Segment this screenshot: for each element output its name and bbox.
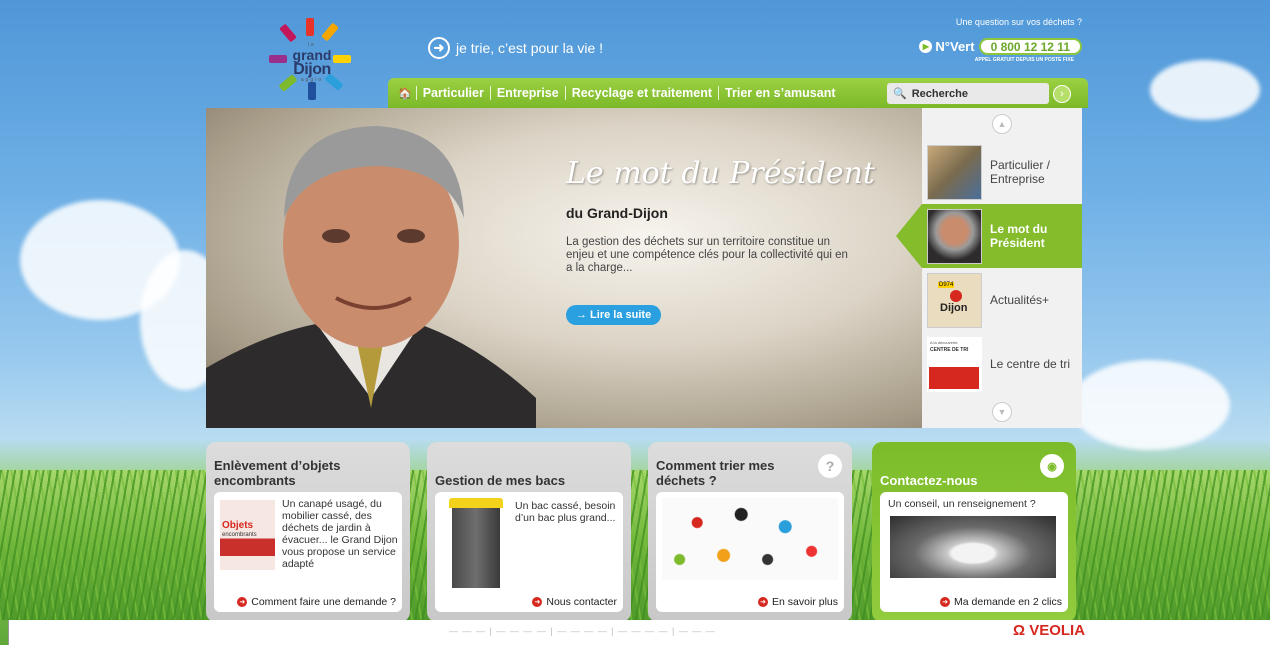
waste-items-image xyxy=(662,498,838,580)
map-thumbnail: D974 Dijon xyxy=(927,272,982,328)
header: le grand Dijon agglo ➜ je trie, c’est po… xyxy=(198,10,1088,108)
sky-cloud xyxy=(1070,360,1230,450)
numero-vert-note: APPEL GRATUIT DEPUIS UN POSTE FIXE xyxy=(974,57,1074,63)
sidebar-item-actualites[interactable]: D974 Dijon Actualités+ xyxy=(922,268,1082,332)
slogan-text: je trie, c’est pour la vie ! xyxy=(456,40,604,56)
sky-cloud xyxy=(1150,60,1260,120)
numero-vert-label: ▶ N°Vert xyxy=(919,39,975,54)
search-icon: 🔍 xyxy=(893,88,907,100)
box-bacs: Gestion de mes bacs Un bac cassé, besoin… xyxy=(427,442,631,622)
particulier-thumbnail xyxy=(927,144,982,200)
veolia-logo[interactable]: Ω VEOLIA xyxy=(1013,622,1085,639)
numero-vert[interactable]: ▶ N°Vert 0 800 12 12 11 xyxy=(919,38,1082,55)
carousel-up-button[interactable]: ▲ xyxy=(922,108,1082,140)
hero-text: La gestion des déchets sur un territoire… xyxy=(566,236,848,274)
hero-subtitle: du Grand-Dijon xyxy=(566,205,668,221)
rss-icon[interactable]: ◉ xyxy=(1040,454,1064,478)
carousel-sidebar: ▲ Particulier / Entreprise Le mot du Pré… xyxy=(896,108,1082,428)
box-encombrants: Enlèvement d’objets encombrants Objets e… xyxy=(206,442,410,622)
box-link[interactable]: ➜ Nous contacter xyxy=(532,596,617,608)
footer: — — — | — — — — | — — — — | — — — — | — … xyxy=(8,620,1270,645)
sidebar-item-president[interactable]: Le mot du Président xyxy=(896,204,1082,268)
box-title: Contactez-nous xyxy=(880,473,978,488)
search-input[interactable] xyxy=(911,87,1042,100)
box-link[interactable]: ➜ Ma demande en 2 clics xyxy=(940,596,1062,608)
sidebar-item-centre-tri[interactable]: A la découverte CENTRE DE TRI Le centre … xyxy=(922,332,1082,396)
arrow-right-icon: ➜ xyxy=(532,597,543,607)
hero-banner: Le mot du Président du Grand-Dijon La ge… xyxy=(206,108,922,428)
hero-title: Le mot du Président xyxy=(566,156,875,191)
centre-tri-thumbnail: A la découverte CENTRE DE TRI xyxy=(927,336,982,392)
arrow-right-icon: ➜ xyxy=(237,597,248,607)
box-content: Un bac cassé, besoin d’un bac plus grand… xyxy=(435,492,623,612)
site-container: le grand Dijon agglo ➜ je trie, c’est po… xyxy=(198,10,1088,622)
president-portrait xyxy=(206,126,536,428)
nav-item-recyclage[interactable]: Recyclage et traitement xyxy=(564,86,718,100)
nav-item-entreprise[interactable]: Entreprise xyxy=(489,86,565,100)
footer-links: — — — | — — — — | — — — — | — — — — | — … xyxy=(449,626,716,636)
logo-text: le grand Dijon agglo xyxy=(292,42,332,83)
box-description: Un canapé usagé, du mobilier cassé, des … xyxy=(282,498,398,570)
box-title: Gestion de mes bacs xyxy=(435,473,566,488)
box-link[interactable]: ➜ En savoir plus xyxy=(758,596,838,608)
box-contact: ◉ Contactez-nous Un conseil, un renseign… xyxy=(872,442,1076,622)
arrow-right-icon: ➜ xyxy=(758,597,769,607)
slogan: ➜ je trie, c’est pour la vie ! xyxy=(428,37,603,59)
encombrants-image: Objets encombrants xyxy=(220,500,275,570)
box-description: Un bac cassé, besoin d’un bac plus grand… xyxy=(515,500,616,524)
question-icon[interactable]: ? xyxy=(818,454,842,478)
nav-item-particulier[interactable]: Particulier xyxy=(415,86,490,100)
box-tri: ? Comment trier mes déchets ? ➜ En savoi… xyxy=(648,442,852,622)
search-box: 🔍 xyxy=(887,83,1049,104)
carousel-down-button[interactable]: ▼ xyxy=(922,396,1082,428)
box-link[interactable]: ➜ Comment faire une demande ? xyxy=(237,596,396,608)
home-icon[interactable]: 🏠 xyxy=(398,87,412,100)
grand-dijon-logo[interactable]: le grand Dijon agglo xyxy=(268,18,358,103)
box-content: Objets encombrants Un canapé usagé, du m… xyxy=(214,492,402,612)
nav-item-trier[interactable]: Trier en s’amusant xyxy=(718,86,841,100)
box-title: Enlèvement d’objets encombrants xyxy=(214,458,341,488)
play-icon: ▶ xyxy=(919,40,933,53)
chevron-down-icon: ▼ xyxy=(992,402,1012,422)
question-link[interactable]: Une question sur vos déchets ? xyxy=(956,17,1082,27)
search-submit-button[interactable]: › xyxy=(1053,85,1071,103)
president-thumbnail xyxy=(927,208,982,264)
box-content: Un conseil, un renseignement ? ➜ Ma dema… xyxy=(880,492,1068,612)
box-content: ➜ En savoir plus xyxy=(656,492,844,612)
read-more-button[interactable]: → Lire la suite xyxy=(566,305,662,325)
box-description: Un conseil, un renseignement ? xyxy=(888,498,1036,510)
phone-number: 0 800 12 12 11 xyxy=(978,38,1082,55)
bin-image xyxy=(449,498,503,598)
box-title: Comment trier mes déchets ? xyxy=(656,458,775,488)
mouse-image xyxy=(890,516,1056,578)
chevron-up-icon: ▲ xyxy=(992,114,1012,134)
arrow-circle-icon: ➜ xyxy=(428,37,450,59)
sidebar-item-particulier[interactable]: Particulier / Entreprise xyxy=(922,140,1082,204)
map-pin-icon xyxy=(950,289,962,302)
arrow-right-icon: ➜ xyxy=(940,597,951,607)
